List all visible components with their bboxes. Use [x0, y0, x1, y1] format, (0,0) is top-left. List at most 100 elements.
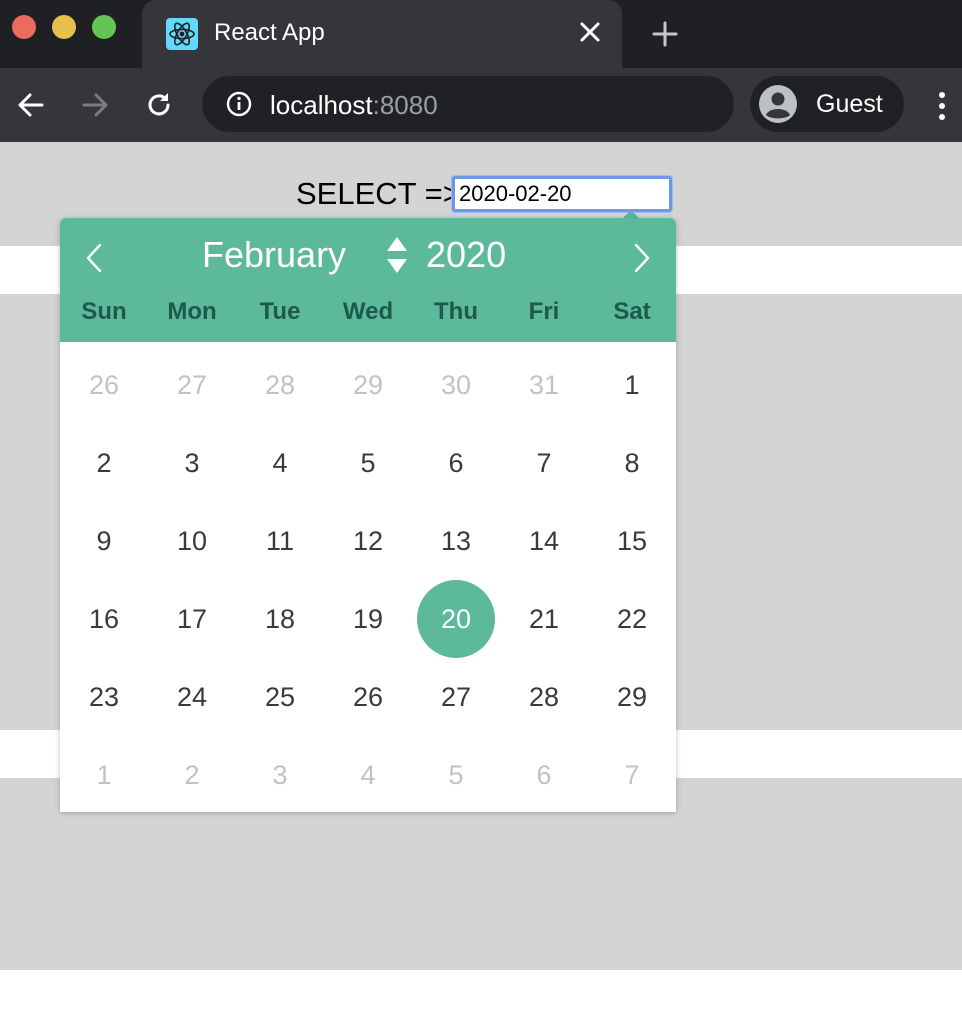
- day-number: 28: [528, 682, 560, 712]
- day-cell[interactable]: 17: [148, 580, 236, 658]
- day-cell[interactable]: 2: [60, 424, 148, 502]
- calendar-year[interactable]: 2020: [426, 234, 506, 276]
- tab-title: React App: [214, 19, 325, 46]
- day-cell[interactable]: 3: [236, 736, 324, 814]
- day-cell[interactable]: 10: [148, 502, 236, 580]
- day-cell[interactable]: 27: [148, 346, 236, 424]
- day-cell[interactable]: 15: [588, 502, 676, 580]
- day-number: 7: [536, 448, 552, 478]
- browser-tab-strip: React App: [0, 0, 962, 68]
- day-cell[interactable]: 6: [500, 736, 588, 814]
- day-cell[interactable]: 22: [588, 580, 676, 658]
- day-cell[interactable]: 18: [236, 580, 324, 658]
- day-cell[interactable]: 5: [324, 424, 412, 502]
- browser-tab[interactable]: React App: [142, 0, 622, 68]
- minimize-window-button[interactable]: [52, 15, 76, 39]
- day-number: 6: [448, 448, 464, 478]
- chevron-right-icon[interactable]: [630, 242, 654, 274]
- url-text: localhost:8080: [270, 90, 438, 121]
- day-cell[interactable]: 6: [412, 424, 500, 502]
- weekday-label: Wed: [342, 298, 394, 325]
- day-number: 16: [88, 604, 120, 634]
- day-cell[interactable]: 24: [148, 658, 236, 736]
- day-cell[interactable]: 25: [236, 658, 324, 736]
- day-cell[interactable]: 11: [236, 502, 324, 580]
- day-number: 4: [272, 448, 288, 478]
- date-input[interactable]: [452, 176, 672, 212]
- day-cell[interactable]: 16: [60, 580, 148, 658]
- day-number: 31: [528, 370, 560, 400]
- close-window-button[interactable]: [12, 15, 36, 39]
- day-number: 26: [352, 682, 384, 712]
- kebab-menu-icon[interactable]: [930, 90, 954, 122]
- selected-day-cell[interactable]: 20: [412, 580, 500, 658]
- forward-arrow-icon[interactable]: [80, 90, 110, 120]
- day-cell[interactable]: 12: [324, 502, 412, 580]
- sort-arrows-icon[interactable]: [386, 236, 408, 274]
- day-cell[interactable]: 13: [412, 502, 500, 580]
- day-cell[interactable]: 14: [500, 502, 588, 580]
- day-cell[interactable]: 29: [588, 658, 676, 736]
- chevron-left-icon[interactable]: [82, 242, 106, 274]
- day-number: 22: [616, 604, 648, 634]
- day-number: 27: [440, 682, 472, 712]
- back-arrow-icon[interactable]: [16, 90, 46, 120]
- day-cell[interactable]: 28: [236, 346, 324, 424]
- day-cell[interactable]: 21: [500, 580, 588, 658]
- day-number: 12: [352, 526, 384, 556]
- day-cell[interactable]: 2: [148, 736, 236, 814]
- day-cell[interactable]: 9: [60, 502, 148, 580]
- day-number: 3: [272, 760, 288, 790]
- day-cell[interactable]: 23: [60, 658, 148, 736]
- maximize-window-button[interactable]: [92, 15, 116, 39]
- day-cell[interactable]: 1: [588, 346, 676, 424]
- day-cell[interactable]: 5: [412, 736, 500, 814]
- weekday-label: Mon: [167, 298, 217, 325]
- day-number: 20: [417, 580, 495, 658]
- day-cell[interactable]: 26: [324, 658, 412, 736]
- day-cell[interactable]: 8: [588, 424, 676, 502]
- plus-icon[interactable]: [652, 21, 678, 47]
- day-cell[interactable]: 19: [324, 580, 412, 658]
- day-number: 8: [624, 448, 640, 478]
- day-cell[interactable]: 7: [588, 736, 676, 814]
- day-cell[interactable]: 7: [500, 424, 588, 502]
- calendar-days-grid: 26 27 28 29 30 31 1 2 3 4 5 6 7 8 9 10 11 12 13 14 15 16 17 18 1…: [60, 342, 676, 812]
- calendar-header: February 2020 Sun Mon Tue Wed Thu Fri Sa…: [60, 218, 676, 342]
- reload-icon[interactable]: [144, 90, 174, 120]
- day-cell[interactable]: 26: [60, 346, 148, 424]
- weekday-label: Sun: [81, 298, 127, 325]
- day-cell[interactable]: 29: [324, 346, 412, 424]
- address-bar[interactable]: localhost:8080: [202, 76, 734, 132]
- day-number: 29: [616, 682, 648, 712]
- day-number: 6: [536, 760, 552, 790]
- day-cell[interactable]: 31: [500, 346, 588, 424]
- day-cell[interactable]: 1: [60, 736, 148, 814]
- day-cell[interactable]: 28: [500, 658, 588, 736]
- day-cell[interactable]: 30: [412, 346, 500, 424]
- day-number: 18: [264, 604, 296, 634]
- day-number: 1: [96, 760, 112, 790]
- day-cell[interactable]: 27: [412, 658, 500, 736]
- day-number: 4: [360, 760, 376, 790]
- day-number: 9: [96, 526, 112, 556]
- day-number: 25: [264, 682, 296, 712]
- day-number: 10: [176, 526, 208, 556]
- day-number: 23: [88, 682, 120, 712]
- day-cell[interactable]: 4: [324, 736, 412, 814]
- weekday-label: Thu: [434, 298, 478, 325]
- day-number: 5: [448, 760, 464, 790]
- day-number: 24: [176, 682, 208, 712]
- info-icon[interactable]: [226, 91, 252, 117]
- profile-button[interactable]: Guest: [750, 76, 904, 132]
- page-content: SELECT => February 2020 Sun Mon Tue Wed …: [0, 142, 962, 1010]
- day-number: 28: [264, 370, 296, 400]
- calendar-month[interactable]: February: [202, 234, 346, 276]
- close-icon[interactable]: [578, 20, 602, 44]
- day-cell[interactable]: 3: [148, 424, 236, 502]
- profile-label: Guest: [816, 90, 883, 118]
- day-number: 7: [624, 760, 640, 790]
- day-number: 2: [184, 760, 200, 790]
- day-cell[interactable]: 4: [236, 424, 324, 502]
- select-label: SELECT =>: [296, 176, 461, 211]
